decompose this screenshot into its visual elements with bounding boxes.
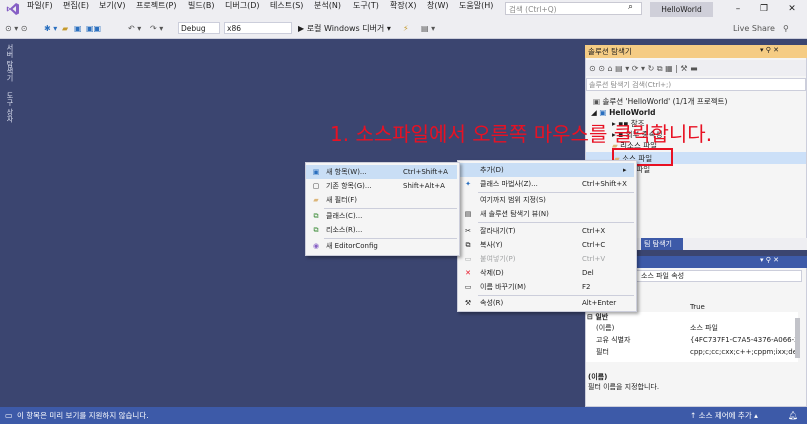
description-title: (이름) (588, 373, 608, 381)
menu-item-delete[interactable]: ✕ 삭제(D) Del (458, 266, 634, 280)
menu-item-cut[interactable]: ✂ 잘라내기(T) Ctrl+X (458, 224, 634, 238)
submenu-arrow-icon: ▸ (623, 166, 627, 174)
property-scrollbar[interactable] (795, 318, 800, 358)
property-section-general[interactable]: ⊟ 일반 (587, 312, 608, 322)
layout-icon[interactable]: ▤ ▾ (421, 22, 435, 35)
menu-debug[interactable]: 디버그(D) (225, 0, 259, 11)
pin-icon[interactable]: ⚲ (783, 22, 789, 35)
property-value[interactable]: {4FC737F1-C7A5-4376-A066-2 (690, 335, 798, 345)
open-folder-icon[interactable]: ▰ (62, 22, 68, 35)
submenu-item-new-item[interactable]: ▣ 새 항목(W)... Ctrl+Shift+A (306, 165, 457, 179)
cut-icon: ✂ (465, 227, 471, 235)
tab-team-explorer[interactable]: 팀 탐색기 (641, 238, 683, 250)
property-value[interactable]: cpp;c;cc;cxx;c++;cppm;ixx;def (690, 347, 798, 357)
rename-icon: ▭ (464, 283, 472, 291)
back-icon[interactable]: ⊙ ▾ ⊙ (5, 22, 28, 35)
class-wizard-icon: ✦ (465, 180, 471, 188)
property-name: 필터 (596, 348, 609, 356)
menu-item-add[interactable]: 추가(D) ▸ (458, 163, 634, 177)
existing-item-icon: ▢ (312, 182, 320, 190)
property-top-value: True (690, 303, 705, 311)
copy-icon: ⧉ (465, 241, 471, 249)
start-debugging-button[interactable]: ▶ 로컬 Windows 디버거 ▾ (298, 22, 391, 35)
property-name: (이름) (596, 324, 615, 332)
menu-item-paste[interactable]: ▭ 붙여넣기(P) Ctrl+V (458, 252, 634, 266)
search-icon[interactable]: ⌕ (628, 2, 633, 12)
new-view-icon: ▤ (464, 210, 472, 218)
new-item-icon: ▣ (312, 168, 320, 176)
class-icon: ⧉ (313, 212, 319, 220)
submenu-item-resource[interactable]: ⧉ 리소스(R)... (306, 223, 457, 237)
maximize-icon[interactable]: ❐ (752, 0, 776, 19)
menu-item-class-wizard[interactable]: ✦ 클래스 마법사(Z)... Ctrl+Shift+X (458, 177, 634, 191)
project-name-badge: HelloWorld (650, 2, 713, 17)
menu-extensions[interactable]: 확장(X) (390, 0, 416, 11)
save-icon[interactable]: ▣ (74, 22, 82, 35)
menu-project[interactable]: 프로젝트(P) (136, 0, 177, 11)
menu-analyze[interactable]: 분석(N) (314, 0, 341, 11)
tree-project[interactable]: ◢ ▣ HelloWorld (591, 107, 656, 118)
folder-icon: ▰ (313, 196, 319, 204)
solution-explorer-title: 솔루션 탐색기 (588, 47, 632, 56)
close-icon[interactable]: ✕ (780, 0, 804, 19)
menu-window[interactable]: 창(W) (427, 0, 449, 11)
status-message-icon: ▭ (5, 411, 13, 420)
resource-icon: ⧉ (313, 226, 319, 234)
menu-build[interactable]: 빌드(B) (188, 0, 214, 11)
menu-test[interactable]: 테스트(S) (270, 0, 303, 11)
menu-edit[interactable]: 편집(E) (63, 0, 89, 11)
add-to-source-control-button[interactable]: ↑ 소스 제어에 추가 ▴ (690, 407, 758, 424)
project-icon: ▣ (599, 108, 610, 117)
live-share-button[interactable]: Live Share (733, 22, 775, 35)
paste-icon: ▭ (464, 255, 472, 263)
menu-tools[interactable]: 도구(T) (353, 0, 379, 11)
status-message: 이 항목은 미리 보기를 지원하지 않습니다. (17, 411, 149, 420)
solution-search-input[interactable]: 솔루션 탐색기 검색(Ctrl+;) (586, 78, 806, 91)
hot-reload-icon[interactable]: ⚡ (403, 22, 409, 35)
visual-studio-logo-icon (6, 3, 19, 15)
menu-item-scope-to-this[interactable]: 여기까지 범위 지정(S) (458, 193, 634, 207)
submenu-item-editorconfig[interactable]: ◉ 새 EditorConfig (306, 239, 457, 253)
delete-icon: ✕ (465, 269, 471, 277)
wrench-icon: ⚒ (464, 299, 472, 307)
description-text: 필터 이름을 지정합니다. (588, 383, 660, 391)
properties-panel-menu-icon[interactable]: ▾ ⚲ ✕ (760, 256, 779, 264)
menu-item-copy[interactable]: ⧉ 복사(Y) Ctrl+C (458, 238, 634, 252)
new-project-icon[interactable]: ✱ ▾ (44, 22, 57, 35)
property-value[interactable]: 소스 파일 (690, 323, 718, 333)
notifications-icon[interactable]: 🔔︎ (788, 407, 798, 424)
menu-item-new-solution-view[interactable]: ▤ 새 솔루션 탐색기 뷰(N) (458, 207, 634, 221)
save-all-icon[interactable]: ▣▣ (86, 22, 101, 35)
submenu-item-class[interactable]: ⧉ 클래스(C)... (306, 209, 457, 223)
undo-icon[interactable]: ↶ ▾ (128, 22, 141, 35)
context-menu: 추가(D) ▸ ✦ 클래스 마법사(Z)... Ctrl+Shift+X 여기까… (457, 160, 637, 312)
redo-icon[interactable]: ↷ ▾ (150, 22, 163, 35)
tree-solution[interactable]: ▣ 솔루션 'HelloWorld' (1/1개 프로젝트) (593, 96, 727, 107)
minimize-icon[interactable]: – (726, 0, 750, 19)
configuration-select[interactable]: Debug (178, 22, 220, 34)
submenu-item-existing-item[interactable]: ▢ 기존 항목(G)... Shift+Alt+A (306, 179, 457, 193)
toolbox-tab[interactable]: 도구 상자 (5, 92, 15, 122)
property-name: 고유 식별자 (596, 336, 631, 344)
menu-item-rename[interactable]: ▭ 이름 바꾸기(M) F2 (458, 280, 634, 294)
menu-help[interactable]: 도움말(H) (459, 0, 493, 11)
menu-view[interactable]: 보기(V) (99, 0, 125, 11)
search-input[interactable]: 검색 (Ctrl+Q) (505, 2, 642, 15)
add-submenu: ▣ 새 항목(W)... Ctrl+Shift+A ▢ 기존 항목(G)... … (305, 162, 460, 256)
editorconfig-icon: ◉ (312, 242, 320, 250)
submenu-item-new-filter[interactable]: ▰ 새 필터(F) (306, 193, 457, 207)
platform-select[interactable]: x86 (224, 22, 292, 34)
instruction-annotation: 1. 소스파일에서 오른쪽 마우스를 클릭합니다. (330, 122, 713, 146)
menu-item-properties[interactable]: ⚒ 속성(R) Alt+Enter (458, 296, 634, 310)
panel-menu-icon[interactable]: ▾ ⚲ ✕ (760, 46, 779, 54)
properties-object-label: 소스 파일 속성 (641, 272, 685, 280)
menu-file[interactable]: 파일(F) (27, 0, 53, 11)
solution-toolbar-icons[interactable]: ⊙ ⊙ ⌂ ▤ ▾ ⟳ ▾ ↻ ⧉ ▦ | ⚒ ▬ (589, 62, 698, 75)
server-explorer-tab[interactable]: 서버 탐색기 (5, 44, 15, 81)
